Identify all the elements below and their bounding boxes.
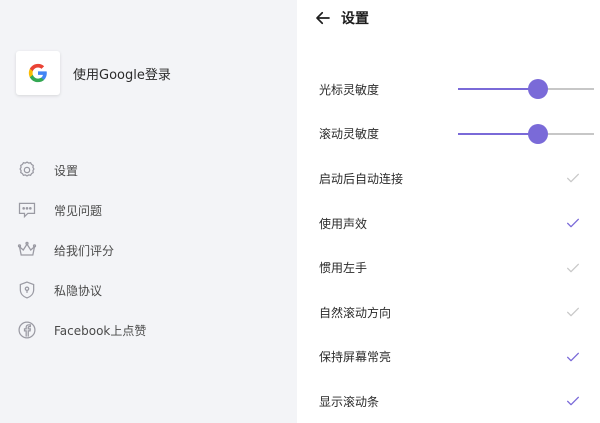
sidebar-item-label: 设置 — [54, 163, 79, 178]
gear-icon — [16, 159, 38, 181]
checkmark-icon[interactable] — [565, 349, 581, 365]
crown-icon — [16, 239, 38, 261]
setting-row-scroll-sensitivity: 滚动灵敏度 — [297, 112, 600, 157]
settings-panel: 设置 光标灵敏度 滚动灵敏度 启动后自动连接 使用声效 惯用左手 自然滚动方向 … — [297, 0, 600, 423]
setting-row-cursor-sensitivity: 光标灵敏度 — [297, 67, 600, 112]
checkmark-icon[interactable] — [565, 393, 581, 409]
sidebar-item-label: 常见问题 — [54, 203, 103, 218]
slider-thumb[interactable] — [528, 123, 549, 144]
setting-label: 光标灵敏度 — [319, 82, 380, 97]
checkmark-icon[interactable] — [565, 215, 581, 231]
scroll-sensitivity-slider[interactable] — [458, 112, 594, 157]
checkmark-icon[interactable] — [565, 260, 581, 276]
chat-icon — [16, 199, 38, 221]
sidebar-item-faq[interactable]: 常见问题 — [16, 190, 286, 230]
sidebar-item-settings[interactable]: 设置 — [16, 150, 286, 190]
setting-label: 显示滚动条 — [319, 394, 380, 409]
setting-row-keep-screen-on[interactable]: 保持屏幕常亮 — [297, 335, 600, 380]
facebook-icon — [16, 319, 38, 341]
slider-fill — [458, 132, 539, 135]
google-logo-icon — [16, 51, 60, 95]
setting-label: 保持屏幕常亮 — [319, 350, 392, 365]
slider-fill — [458, 88, 539, 91]
back-arrow-icon[interactable] — [313, 8, 333, 28]
sidebar-item-label: 私隐协议 — [54, 283, 103, 298]
cursor-sensitivity-slider[interactable] — [458, 67, 594, 112]
page-title: 设置 — [341, 11, 369, 27]
setting-label: 自然滚动方向 — [319, 305, 392, 320]
slider-thumb[interactable] — [528, 79, 549, 100]
sidebar-item-label: 给我们评分 — [54, 243, 115, 258]
sidebar-menu: 设置 常见问题 给我们评分 私隐协议 Facebook上点赞 — [16, 150, 286, 350]
google-signin-button[interactable]: 使用Google登录 — [16, 51, 276, 95]
setting-label: 惯用左手 — [319, 261, 368, 276]
sidebar: 使用Google登录 设置 常见问题 给我们评分 私隐协议 Facebook上点… — [0, 0, 297, 423]
setting-row-auto-connect[interactable]: 启动后自动连接 — [297, 156, 600, 201]
setting-row-sound-effects[interactable]: 使用声效 — [297, 201, 600, 246]
sidebar-item-rate[interactable]: 给我们评分 — [16, 230, 286, 270]
signin-label: 使用Google登录 — [73, 67, 171, 83]
sidebar-item-privacy[interactable]: 私隐协议 — [16, 270, 286, 310]
setting-label: 滚动灵敏度 — [319, 127, 380, 142]
shield-icon — [16, 279, 38, 301]
checkmark-icon[interactable] — [565, 304, 581, 320]
sidebar-item-facebook[interactable]: Facebook上点赞 — [16, 310, 286, 350]
settings-header: 设置 — [313, 6, 369, 30]
sidebar-item-label: Facebook上点赞 — [54, 323, 147, 338]
setting-label: 使用声效 — [319, 216, 368, 231]
settings-list: 光标灵敏度 滚动灵敏度 启动后自动连接 使用声效 惯用左手 自然滚动方向 保持屏… — [297, 67, 600, 423]
setting-row-natural-scrolling[interactable]: 自然滚动方向 — [297, 290, 600, 335]
checkmark-icon[interactable] — [565, 170, 581, 186]
setting-label: 启动后自动连接 — [319, 171, 404, 186]
setting-row-left-handed[interactable]: 惯用左手 — [297, 245, 600, 290]
setting-row-show-scrollbar[interactable]: 显示滚动条 — [297, 379, 600, 423]
